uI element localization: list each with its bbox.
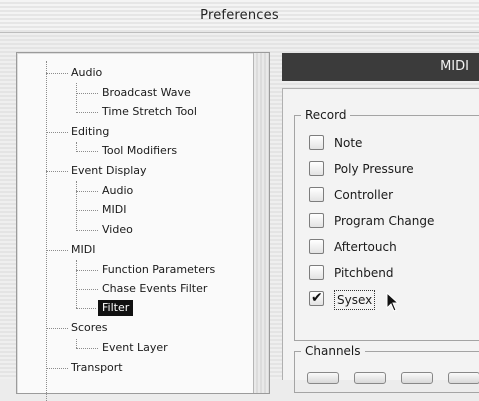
mouse-pointer-icon	[386, 292, 400, 312]
checkbox-label: Note	[334, 136, 363, 150]
checkbox-label: Pitchbend	[334, 266, 394, 280]
record-group-title: Record	[301, 108, 351, 122]
checkbox-box-checked[interactable]	[309, 289, 324, 307]
tree-guide-line	[76, 142, 77, 150]
tree-guide-line	[46, 61, 47, 401]
tree-item-label: Transport	[71, 361, 123, 374]
tree-item-label: Tool Modifiers	[102, 144, 178, 157]
tree-item-label: Audio	[71, 66, 103, 79]
tree-guide-line	[76, 83, 77, 110]
channel-button[interactable]	[448, 372, 479, 384]
tree-item-label: Editing	[71, 125, 110, 138]
channel-button[interactable]	[401, 372, 433, 384]
channels-group-title: Channels	[301, 344, 365, 358]
channel-button[interactable]	[354, 372, 386, 384]
tree-item-label: Audio	[102, 184, 134, 197]
checkbox-box[interactable]	[309, 239, 324, 254]
tree-guide-line	[76, 260, 77, 308]
tree-item-label: MIDI	[102, 203, 127, 216]
tree-item-label: Broadcast Wave	[102, 86, 191, 99]
tree-scrollbar[interactable]	[253, 53, 269, 393]
tree-item-label: MIDI	[71, 243, 96, 256]
tree-item-label: Scores	[71, 321, 108, 334]
channel-button[interactable]	[307, 372, 339, 384]
preferences-tree: Audio Broadcast Wave Time Stretch Tool E…	[16, 52, 270, 401]
tree-item-label: Chase Events Filter	[102, 282, 208, 295]
checkbox-box[interactable]	[309, 187, 324, 202]
checkbox-label: Poly Pressure	[334, 162, 414, 176]
panel-header: MIDI	[282, 53, 479, 81]
checkbox-label: Aftertouch	[334, 240, 397, 254]
tree-item-label: Time Stretch Tool	[102, 105, 197, 118]
checkbox-box[interactable]	[309, 135, 324, 150]
tree-item-label: Function Parameters	[102, 263, 216, 276]
tree-guide-line	[76, 181, 77, 229]
tree-item-label: Event Display	[71, 164, 147, 177]
tree-guide-line	[76, 339, 77, 348]
checkbox-box[interactable]	[309, 161, 324, 176]
checkbox-label: Sysex	[334, 290, 376, 310]
tree-item-label: Event Layer	[102, 341, 168, 354]
checkbox-label: Controller	[334, 188, 394, 202]
tree-item-label-selected: Filter	[98, 300, 134, 316]
checkbox-box[interactable]	[309, 265, 324, 280]
checkbox-label: Program Change	[334, 214, 435, 228]
window-title: Preferences	[0, 0, 479, 33]
settings-panel: Record Note Poly Pressure Controller Pro…	[282, 88, 479, 393]
tree-item-label: Video	[102, 223, 133, 236]
checkbox-box[interactable]	[309, 213, 324, 228]
